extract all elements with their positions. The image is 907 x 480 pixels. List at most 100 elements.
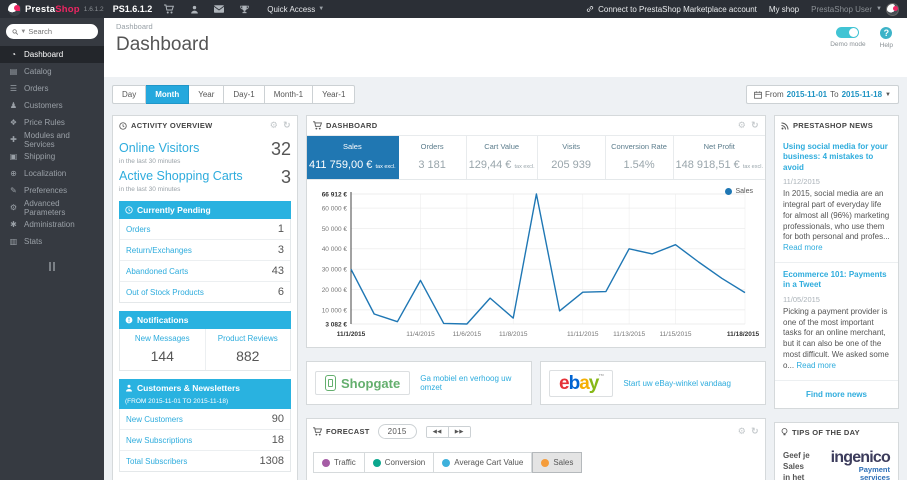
sidebar-item-preferences[interactable]: ✎ Preferences	[0, 182, 104, 199]
demo-mode-toggle[interactable]: Demo mode	[830, 27, 866, 49]
ebay-banner[interactable]: ebay™ Start uw eBay-winkel vandaag	[540, 361, 766, 405]
filter-day-button[interactable]: Day	[112, 85, 147, 104]
cart-icon	[313, 121, 322, 130]
previous-icon[interactable]: ◀◀	[426, 426, 449, 437]
gear-icon[interactable]: ⚙	[738, 427, 746, 436]
active-carts-link[interactable]: Active Shopping Carts	[119, 169, 243, 183]
my-shop-link[interactable]: My shop	[769, 5, 799, 14]
sidebar-item-shipping[interactable]: ▣ Shipping	[0, 148, 104, 165]
new-messages-cell[interactable]: New Messages 144	[120, 329, 206, 371]
help-button[interactable]: ? Help	[880, 27, 893, 49]
metric-tab-visits[interactable]: Visits 205 939	[538, 136, 606, 179]
dashboard-panel-title: DASHBOARD	[326, 121, 378, 130]
metric-tabs: Sales 411 759,00 € tax excl. Orders 3 181 …	[307, 135, 765, 180]
filter-day-1-button[interactable]: Day-1	[224, 85, 265, 104]
metric-tab-net-profit[interactable]: Net Profit 148 918,51 € tax excl.	[674, 136, 765, 179]
svg-text:20 000 €: 20 000 €	[322, 287, 348, 294]
page-body: Day Month Year Day-1 Month-1 Year-1 From…	[104, 77, 907, 480]
product-reviews-cell[interactable]: Product Reviews 882	[206, 329, 291, 370]
caret-down-icon: ▼	[318, 6, 325, 12]
list-item[interactable]: Orders 1	[120, 219, 290, 241]
calendar-icon	[754, 90, 762, 99]
svg-text:11/11/2015: 11/11/2015	[567, 331, 599, 338]
sidebar-item-price-rules[interactable]: ❖ Price Rules	[0, 114, 104, 131]
sidebar-item-catalog[interactable]: ▤ Catalog	[0, 63, 104, 80]
shopgate-phone-icon	[325, 375, 336, 391]
next-icon[interactable]: ▶▶	[448, 426, 470, 437]
cogs-icon: ⚙	[9, 203, 18, 212]
date-range-picker[interactable]: From 2015-11-01 To 2015-11-18 ▼	[745, 85, 899, 104]
shopgate-banner[interactable]: Shopgate Ga mobiel en verhoog uw omzet	[306, 361, 532, 405]
sidebar-collapse-button[interactable]	[0, 262, 104, 271]
customer-icon[interactable]	[186, 5, 202, 14]
average-cart-value-dot-icon	[442, 458, 451, 467]
gear-icon[interactable]: ⚙	[738, 121, 746, 130]
wrench-icon: ✎	[10, 186, 17, 195]
sidebar-item-stats[interactable]: ▥ Stats	[0, 233, 104, 250]
filter-year-button[interactable]: Year	[189, 85, 225, 104]
svg-text:66 912 €: 66 912 €	[322, 191, 348, 198]
news-article-title[interactable]: Using social media for your business: 4 …	[783, 142, 890, 173]
filter-month-button[interactable]: Month	[146, 85, 190, 104]
legend-average-cart-value-button[interactable]: Average Cart Value	[434, 452, 533, 473]
ebay-link[interactable]: Start uw eBay-winkel vandaag	[623, 379, 731, 388]
svg-text:11/6/2015: 11/6/2015	[453, 331, 482, 338]
sidebar-item-localization[interactable]: ⊕ Localization	[0, 165, 104, 182]
date-filter-row: Day Month Year Day-1 Month-1 Year-1 From…	[112, 85, 899, 104]
notifications-grid: New Messages 144 Product Reviews 882	[119, 329, 291, 372]
refresh-icon[interactable]: ↻	[283, 121, 291, 130]
svg-text:40 000 €: 40 000 €	[322, 246, 348, 253]
filter-month-1-button[interactable]: Month-1	[264, 85, 314, 104]
metric-tab-conversion-rate[interactable]: Conversion Rate 1.54%	[606, 136, 674, 179]
caret-down-icon: ▼	[20, 28, 27, 35]
toggle-on-icon[interactable]	[836, 27, 860, 38]
find-more-news-link[interactable]: Find more news	[775, 381, 898, 408]
sidebar-item-orders[interactable]: ☰ Orders	[0, 80, 104, 97]
sidebar-item-advanced-parameters[interactable]: ⚙ Advanced Parameters	[0, 199, 104, 217]
svg-text:50 000 €: 50 000 €	[322, 226, 348, 233]
trophy-icon[interactable]	[236, 5, 252, 14]
sidebar-search[interactable]: ▼	[6, 24, 98, 39]
date-from: 2015-11-01	[786, 90, 828, 99]
sidebar-item-administration[interactable]: ✱ Administration	[0, 216, 104, 233]
list-item[interactable]: New Customers 90	[120, 409, 290, 431]
list-item[interactable]: Total Subscribers 1308	[120, 451, 290, 471]
user-menu[interactable]: PrestaShop User ▼	[811, 2, 899, 16]
marketplace-link[interactable]: Connect to PrestaShop Marketplace accoun…	[586, 5, 757, 14]
quick-access-menu[interactable]: Quick Access ▼	[267, 5, 324, 14]
traffic-dot-icon	[322, 458, 330, 467]
list-item[interactable]: Abandoned Carts 43	[120, 261, 290, 283]
legend-sales-button[interactable]: Sales	[532, 452, 583, 473]
online-visitors-link[interactable]: Online Visitors	[119, 141, 199, 155]
legend-traffic-button[interactable]: Traffic	[313, 452, 365, 473]
search-input[interactable]	[28, 27, 92, 36]
messages-icon[interactable]	[211, 5, 227, 13]
brand[interactable]: PrestaShop 1.6.1.2	[8, 2, 104, 16]
sidebar-item-dashboard[interactable]: ◔ Dashboard	[0, 46, 104, 63]
list-item[interactable]: Return/Exchanges 3	[120, 240, 290, 262]
read-more-link[interactable]: Read more	[783, 243, 823, 252]
metric-tab-orders[interactable]: Orders 3 181	[399, 136, 467, 179]
metric-tab-sales[interactable]: Sales 411 759,00 € tax excl.	[307, 136, 399, 179]
forecast-year-select[interactable]: 2015	[377, 424, 417, 439]
news-article-title[interactable]: Ecommerce 101: Payments in a Tweet	[783, 270, 890, 291]
list-item[interactable]: Out of Stock Products 6	[120, 282, 290, 302]
news-article-date: 11/12/2015	[783, 177, 820, 187]
list-item[interactable]: New Subscriptions 18	[120, 430, 290, 452]
read-more-link[interactable]: Read more	[796, 361, 836, 370]
breadcrumb[interactable]: Dashboard	[116, 22, 895, 31]
filter-year-1-button[interactable]: Year-1	[313, 85, 356, 104]
search-icon	[12, 28, 19, 35]
globe-icon: ⊕	[10, 169, 17, 178]
refresh-icon[interactable]: ↻	[751, 121, 759, 130]
chart-legend[interactable]: Sales	[725, 188, 753, 195]
metric-tab-cart-value[interactable]: Cart Value 129,44 € tax excl.	[467, 136, 538, 179]
shopgate-link[interactable]: Ga mobiel en verhoog uw omzet	[420, 374, 523, 392]
sidebar-item-modules[interactable]: ✚ Modules and Services	[0, 131, 104, 149]
sales-dot-icon	[541, 458, 550, 467]
gear-icon[interactable]: ⚙	[270, 121, 278, 130]
sidebar-item-customers[interactable]: ♟ Customers	[0, 97, 104, 114]
cart-icon[interactable]	[161, 4, 177, 14]
legend-conversion-button[interactable]: Conversion	[364, 452, 435, 473]
refresh-icon[interactable]: ↻	[751, 427, 759, 436]
